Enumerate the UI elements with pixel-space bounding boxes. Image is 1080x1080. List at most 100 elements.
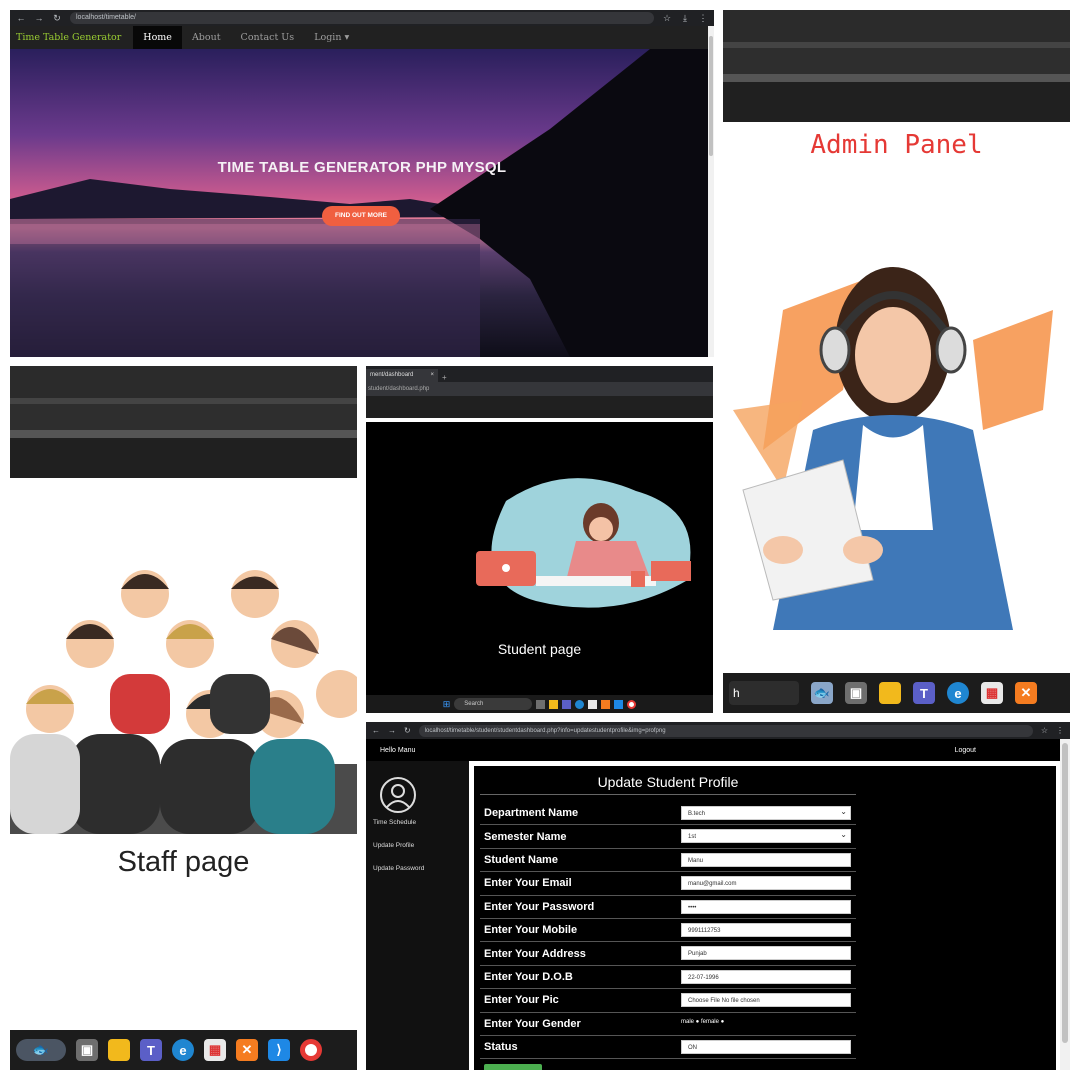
chrome-icon[interactable] (627, 699, 637, 709)
xampp-icon[interactable]: ✕ (236, 1039, 258, 1061)
nav-login[interactable]: Login ▾ (304, 26, 359, 49)
bookmark-star-icon[interactable]: ☆ (662, 13, 672, 24)
logout-link[interactable]: Logout (955, 747, 976, 754)
greeting-text: Hello Manu (380, 746, 416, 754)
text-field[interactable]: 22-07-1996 (681, 969, 851, 984)
file-explorer-icon[interactable] (549, 699, 559, 709)
file-input[interactable]: Choose File No file chosen (681, 993, 851, 1008)
page-scrollbar[interactable] (1060, 739, 1070, 1070)
forward-icon[interactable]: → (388, 726, 396, 735)
sidebar-item-time-schedule[interactable]: Time Schedule (373, 819, 416, 826)
sidebar-item-update-password[interactable]: Update Password (373, 865, 424, 872)
form-row: Enter Your D.O.B 22-07-1996 (480, 966, 856, 990)
teams-icon[interactable] (562, 699, 572, 709)
browser-tab-strip: ment/dashboard × + (366, 366, 713, 382)
field-label: Enter Your Mobile (484, 924, 578, 937)
windows-taskbar: ⊞ Search (366, 695, 713, 713)
browser-toolbar: ← → ↻ localhost/timetable/ ☆ ⤓ ⋮ (10, 10, 714, 26)
back-icon[interactable]: ← (16, 13, 26, 23)
taskbar-search[interactable]: h (729, 681, 799, 705)
header-bar (10, 438, 357, 478)
field-label: Department Name (484, 807, 579, 820)
vscode-icon[interactable] (614, 699, 624, 709)
text-field[interactable]: manu@gmail.com (681, 876, 851, 891)
xampp-icon[interactable]: ✕ (1015, 682, 1037, 704)
reload-icon[interactable]: ↻ (52, 13, 62, 24)
store-icon[interactable]: ▦ (204, 1039, 226, 1061)
find-out-more-button[interactable]: FIND OUT MORE (322, 206, 400, 226)
fish-widget-icon[interactable]: 🐟 (811, 682, 833, 704)
menu-dots-icon[interactable]: ⋮ (1056, 726, 1064, 735)
browser-tab[interactable]: ment/dashboard × (366, 369, 438, 382)
submit-button[interactable] (484, 1064, 542, 1070)
taskbar-search[interactable]: Search (454, 698, 533, 710)
gender-radio-group[interactable]: male ● female ● (681, 1019, 724, 1025)
text-field[interactable]: Manu (681, 852, 851, 867)
bookmark-star-icon[interactable]: ☆ (1041, 726, 1048, 735)
student-page-window: ment/dashboard × + student/dashboard.php … (366, 366, 713, 713)
admin-panel-window: Admin Panel h 🐟 ▣ T e ▦ ✕ (723, 10, 1070, 713)
nav-about[interactable]: About (182, 26, 231, 49)
forward-icon[interactable]: → (34, 13, 44, 23)
edge-icon[interactable]: e (947, 682, 969, 704)
close-tab-icon[interactable]: × (430, 369, 434, 382)
chrome-icon[interactable] (300, 1039, 322, 1061)
menu-dots-icon[interactable]: ⋮ (698, 13, 708, 24)
field-label: Enter Your Password (484, 900, 595, 913)
staff-group-illustration (10, 570, 357, 834)
form-row: Status ON (480, 1036, 856, 1060)
select-field[interactable]: B.tech (681, 805, 851, 820)
sidebar: Time Schedule Update Profile Update Pass… (366, 761, 469, 1070)
admin-panel-title: Admin Panel (810, 130, 983, 160)
text-field[interactable]: ON (681, 1040, 851, 1054)
form-row: Enter Your Mobile 9991112753 (480, 919, 856, 943)
sidebar-item-update-profile[interactable]: Update Profile (373, 842, 414, 849)
lake-mountain-image (10, 49, 714, 357)
toolbar-strip (10, 404, 357, 430)
teams-icon[interactable]: T (140, 1039, 162, 1061)
xampp-icon[interactable] (601, 699, 611, 709)
page-scrollbar[interactable] (708, 26, 714, 357)
edge-icon[interactable]: e (172, 1039, 194, 1061)
task-view-icon[interactable]: ▣ (76, 1039, 98, 1061)
form-row: Enter Your Password •••• (480, 896, 856, 919)
hero-banner: TIME TABLE GENERATOR PHP MYSQL FIND OUT … (10, 49, 714, 357)
address-bar[interactable]: localhost/timetable/student/studentdashb… (418, 724, 1033, 737)
field-label: Status (484, 1041, 518, 1054)
task-view-icon[interactable] (536, 699, 546, 709)
toolbar-strip (723, 48, 1070, 74)
field-label: Enter Your Gender (484, 1017, 581, 1030)
field-label: Enter Your Email (484, 877, 572, 890)
divider (366, 418, 713, 422)
store-icon[interactable]: ▦ (981, 682, 1003, 704)
nav-home[interactable]: Home (133, 26, 182, 49)
new-tab-icon[interactable]: + (438, 373, 447, 382)
download-icon[interactable]: ⤓ (680, 13, 690, 24)
text-field[interactable]: •••• (681, 899, 851, 914)
site-brand[interactable]: Time Table Generator (10, 32, 133, 43)
reload-icon[interactable]: ↻ (404, 726, 411, 735)
task-view-icon[interactable]: ▣ (845, 682, 867, 704)
profile-form-area: Update Student Profile Department Name B.… (474, 766, 1056, 1070)
fish-widget-icon[interactable]: 🐟 (16, 1039, 66, 1061)
text-field[interactable]: 9991112753 (681, 923, 851, 937)
text-field[interactable]: Punjab (681, 946, 851, 961)
back-icon[interactable]: ← (372, 726, 380, 735)
file-explorer-icon[interactable] (879, 682, 901, 704)
form-title: Update Student Profile (480, 774, 856, 795)
nav-contact[interactable]: Contact Us (231, 26, 305, 49)
divider (723, 74, 1070, 82)
address-bar[interactable]: student/dashboard.php (366, 382, 713, 396)
address-bar[interactable]: localhost/timetable/ (70, 12, 654, 24)
vscode-icon[interactable]: ⟩ (268, 1039, 290, 1061)
staff-page-title: Staff page (117, 846, 250, 878)
windows-taskbar: 🐟 ▣ T e ▦ ✕ ⟩ (10, 1030, 357, 1070)
form-row: Department Name B.tech (480, 802, 856, 826)
store-icon[interactable] (588, 699, 598, 709)
windows-start-icon[interactable]: ⊞ (443, 699, 451, 710)
file-explorer-icon[interactable] (108, 1039, 130, 1061)
hero-headline: TIME TABLE GENERATOR PHP MYSQL (217, 159, 507, 176)
teams-icon[interactable]: T (913, 682, 935, 704)
select-field[interactable]: 1st (681, 828, 851, 844)
edge-icon[interactable] (575, 699, 585, 709)
